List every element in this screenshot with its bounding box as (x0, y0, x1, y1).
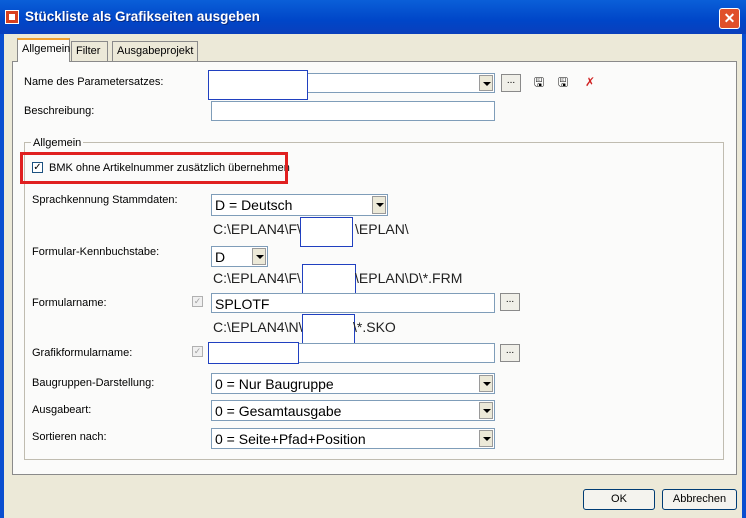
cancel-button[interactable]: Abbrechen (662, 489, 737, 510)
form-letter-select[interactable]: D (211, 246, 268, 267)
chevron-down-icon[interactable] (479, 375, 493, 392)
window-title: Stückliste als Grafikseiten ausgeben (25, 9, 260, 24)
formname-checkbox[interactable]: ✓ (192, 296, 203, 307)
tab-filter[interactable]: Filter (71, 41, 108, 61)
highlight-annotation (20, 152, 288, 184)
chevron-down-icon[interactable] (372, 196, 386, 214)
group-title: Allgemein (31, 137, 84, 149)
ausgabeart-value: 0 = Gesamtausgabe (215, 403, 342, 419)
baugruppen-select[interactable]: 0 = Nur Baugruppe (211, 373, 495, 394)
form-letter-value: D (215, 249, 226, 265)
redaction-box (300, 217, 353, 247)
window-frame-left (0, 34, 4, 518)
redaction-box (208, 342, 299, 364)
param-browse-button[interactable]: ... (501, 74, 521, 92)
grafik-label: Grafikformularname: (32, 347, 133, 359)
lang-value: D = Deutsch (215, 197, 293, 213)
close-button[interactable]: ✕ (719, 8, 740, 29)
window-frame-right (742, 34, 746, 518)
save-as-icon[interactable]: 🖫 (553, 73, 573, 93)
app-icon (5, 10, 19, 24)
formname-value: SPLOTF (215, 296, 270, 312)
ausgabeart-select[interactable]: 0 = Gesamtausgabe (211, 400, 495, 421)
delete-icon[interactable]: ✗ (580, 73, 600, 93)
redaction-box (208, 70, 308, 100)
baugruppen-label: Baugruppen-Darstellung: (32, 377, 155, 389)
formname-browse-button[interactable]: ... (500, 293, 520, 311)
lang-label: Sprachkennung Stammdaten: (32, 194, 178, 206)
form-letter-label: Formular-Kennbuchstabe: (32, 246, 160, 258)
grafik-checkbox[interactable]: ✓ (192, 346, 203, 357)
baugruppen-value: 0 = Nur Baugruppe (215, 376, 334, 392)
formname-input[interactable]: SPLOTF (211, 293, 495, 313)
redaction-box (302, 264, 356, 294)
sort-label: Sortieren nach: (32, 431, 107, 443)
grafik-browse-button[interactable]: ... (500, 344, 520, 362)
sort-value: 0 = Seite+Pfad+Position (215, 431, 366, 447)
lang-select[interactable]: D = Deutsch (211, 194, 388, 216)
chevron-down-icon[interactable] (479, 430, 493, 447)
redaction-box (302, 314, 355, 344)
description-input[interactable] (211, 101, 495, 121)
sko-path-prefix: C:\EPLAN4\N\ (213, 319, 303, 335)
lang-path-prefix: C:\EPLAN4\F\ (213, 221, 301, 237)
formname-label: Formularname: (32, 297, 107, 309)
form-path-suffix: \EPLAN\D\*.FRM (355, 270, 463, 286)
ausgabeart-label: Ausgabeart: (32, 404, 92, 416)
sort-select[interactable]: 0 = Seite+Pfad+Position (211, 428, 495, 449)
ok-button[interactable]: OK (583, 489, 655, 510)
chevron-down-icon[interactable] (479, 75, 493, 91)
tab-allgemein[interactable]: Allgemein (17, 38, 70, 62)
tab-ausgabeprojekt[interactable]: Ausgabeprojekt (112, 41, 198, 61)
lang-path-suffix: \EPLAN\ (355, 221, 409, 237)
form-path-prefix: C:\EPLAN4\F\ (213, 270, 301, 286)
save-icon[interactable]: 🖫 (529, 73, 549, 93)
chevron-down-icon[interactable] (479, 402, 493, 419)
description-label: Beschreibung: (24, 105, 95, 117)
param-name-label: Name des Parametersatzes: (24, 76, 164, 88)
chevron-down-icon[interactable] (252, 248, 266, 265)
sko-path-suffix: \*.SKO (353, 319, 396, 335)
